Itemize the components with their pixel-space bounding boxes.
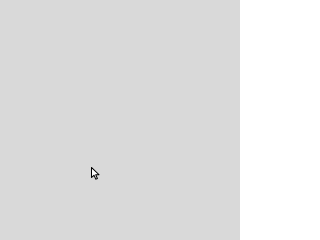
arrow-pointer-icon — [91, 167, 100, 180]
mouse-cursor-icon — [91, 167, 100, 180]
desktop-background[interactable] — [0, 0, 240, 240]
